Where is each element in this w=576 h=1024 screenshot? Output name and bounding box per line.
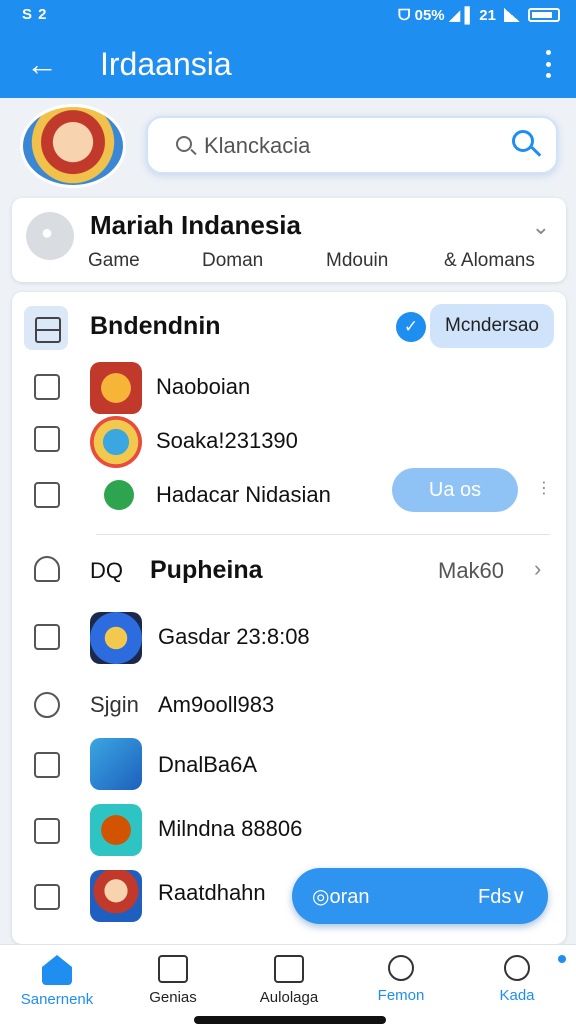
profile-icon: [504, 955, 530, 981]
list-item[interactable]: DnalBa6A: [158, 752, 257, 778]
page-title: Irdaansia: [100, 46, 232, 82]
nav-label: Sanernenk: [20, 991, 94, 1008]
more-options-icon[interactable]: ⋮: [536, 478, 552, 498]
nav-item-home[interactable]: Sanernenk: [2, 953, 112, 1017]
section-badge-button[interactable]: Mcndersao: [430, 304, 554, 348]
list-item[interactable]: Raatdhahn: [158, 880, 266, 906]
check-icon: ✓: [396, 312, 426, 342]
search-input[interactable]: [204, 130, 494, 162]
home-icon: [42, 955, 72, 985]
battery-icon: [528, 8, 560, 22]
person-icon: [388, 955, 414, 981]
fab-left-label: ◎oran: [312, 886, 370, 908]
status-time: S 2: [22, 6, 48, 23]
list-item[interactable]: Soaka!231390: [156, 428, 298, 454]
app-icon[interactable]: [90, 804, 142, 856]
row-icon: [34, 884, 60, 910]
search-submit-icon[interactable]: [512, 130, 542, 160]
app-icon[interactable]: [90, 612, 142, 664]
profile-card[interactable]: Mariah Indanesia ⌄ Game Doman Mdouin & A…: [12, 198, 566, 282]
notification-dot: [558, 955, 566, 963]
row-icon: [34, 374, 60, 400]
content-card: Bndendnin ✓ Mcndersao Naoboian Soaka!231…: [12, 292, 566, 944]
section-prefix: DQ: [90, 558, 123, 583]
row-icon: [34, 692, 60, 718]
list-icon: [274, 955, 304, 983]
row-icon: [34, 482, 60, 508]
bottom-navigation: Sanernenk Genias Aulolaga Femon Kada: [0, 944, 576, 1024]
nav-item-femon[interactable]: Femon: [346, 953, 456, 1017]
tab-doman[interactable]: Doman: [202, 250, 263, 272]
search-bar: [146, 116, 558, 174]
section-title: Bndendnin: [90, 312, 221, 340]
chevron-right-icon[interactable]: ›: [534, 556, 541, 582]
nav-item-aulolaga[interactable]: Aulolaga: [234, 953, 344, 1017]
status-indicators: ᗜ 05% ◢ ▌ 21: [398, 6, 560, 24]
list-item[interactable]: Milndna 88806: [158, 816, 302, 842]
row-icon: [34, 752, 60, 778]
row-icon: [34, 624, 60, 650]
floating-action-button[interactable]: ◎oran Fds∨: [292, 868, 548, 924]
tab-game[interactable]: Game: [88, 250, 140, 272]
list-item[interactable]: Naoboian: [156, 374, 250, 400]
list-item[interactable]: Am9ooll983: [158, 692, 274, 718]
list-item[interactable]: Hadacar Nidasian: [156, 482, 331, 508]
app-icon[interactable]: [104, 480, 134, 510]
back-arrow-icon[interactable]: ←: [26, 48, 60, 80]
search-icon: [176, 136, 192, 152]
section-title: Pupheina: [150, 556, 263, 584]
app-icon[interactable]: [90, 362, 142, 414]
image-icon: [158, 955, 188, 983]
status-bar: S 2 ᗜ 05% ◢ ▌ 21: [0, 0, 576, 30]
list-item[interactable]: Gasdar 23:8:08: [158, 624, 310, 650]
app-icon[interactable]: [90, 416, 142, 468]
home-indicator: [194, 1016, 386, 1024]
nav-item-kada[interactable]: Kada: [462, 953, 572, 1017]
section-right-label[interactable]: Mak60: [438, 558, 504, 584]
row-prefix: Sjgin: [90, 692, 139, 717]
signal-icon: [504, 8, 520, 22]
row-icon: [34, 818, 60, 844]
row-icon: [34, 426, 60, 452]
nav-label: Aulolaga: [259, 989, 319, 1006]
profile-picture: [26, 212, 74, 260]
app-icon[interactable]: [90, 738, 142, 790]
avatar[interactable]: [20, 104, 126, 188]
action-button[interactable]: Ua os: [392, 468, 518, 512]
nav-item-genias[interactable]: Genias: [118, 953, 228, 1017]
profile-name: Mariah Indanesia: [90, 210, 301, 240]
tab-alomans[interactable]: & Alomans: [444, 250, 535, 272]
more-options-icon[interactable]: [544, 50, 552, 78]
nav-label: Genias: [149, 989, 197, 1006]
app-bar: ← Irdaansia: [0, 38, 576, 94]
folder-icon: [24, 306, 68, 350]
shield-icon: [34, 556, 60, 582]
nav-label: Femon: [377, 987, 425, 1004]
tab-mdouin[interactable]: Mdouin: [326, 250, 388, 272]
app-icon[interactable]: [90, 870, 142, 922]
fab-right-label: Fds∨: [478, 886, 526, 908]
divider: [96, 534, 550, 535]
chevron-down-icon[interactable]: ⌄: [532, 214, 550, 240]
nav-label: Kada: [499, 987, 535, 1004]
status-text: ᗜ 05% ◢ ▌ 21: [398, 7, 496, 24]
app-header: S 2 ᗜ 05% ◢ ▌ 21 ← Irdaansia: [0, 0, 576, 98]
